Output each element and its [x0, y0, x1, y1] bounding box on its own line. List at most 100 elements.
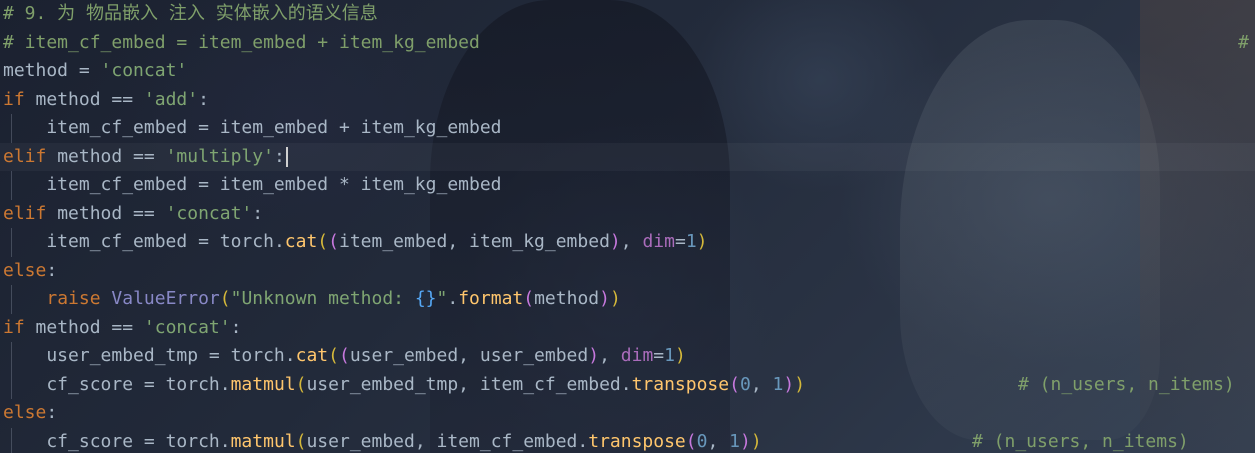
trailing-comment: # (n_users, n_items) [972, 430, 1189, 452]
code-token: ) [588, 345, 600, 366]
code-line[interactable]: else: [0, 257, 1255, 286]
code-line[interactable]: item_cf_embed = torch.cat((item_embed, i… [0, 228, 1255, 257]
code-token: cat [295, 345, 329, 366]
code-area[interactable]: # 9. 为 物品嵌入 注入 实体嵌入的语义信息 # item_cf_embed … [0, 0, 1255, 453]
code-line[interactable]: user_embed_tmp = torch.cat((user_embed, … [0, 342, 1255, 371]
code-token: ( [317, 231, 329, 252]
code-token: : [252, 202, 264, 224]
indent-guide [11, 228, 12, 257]
code-token: 'add' [143, 88, 199, 110]
code-line[interactable]: item_cf_embed = item_embed + item_kg_emb… [0, 114, 1255, 143]
code-token: 1 [772, 373, 784, 395]
code-token: ) [740, 430, 751, 452]
code-token: user_embed, item_cf_embed. [306, 430, 589, 452]
indent-guide [11, 370, 12, 399]
code-token: : [198, 88, 209, 110]
code-token: else [3, 259, 47, 281]
code-token: # item_cf_embed = item_embed + item_kg_e… [3, 31, 480, 53]
code-token: 'concat' [100, 60, 188, 81]
code-token: = [653, 345, 665, 366]
code-line[interactable]: # 9. 为 物品嵌入 注入 实体嵌入的语义信息 [0, 0, 1255, 29]
text-caret [285, 146, 288, 167]
code-editor[interactable]: # 9. 为 物品嵌入 注入 实体嵌入的语义信息 # item_cf_embed … [0, 0, 1255, 453]
code-token: : [46, 402, 58, 423]
code-line[interactable]: method = 'concat' [0, 57, 1255, 86]
code-line[interactable]: else: [0, 399, 1255, 428]
code-token: 1 [664, 345, 675, 366]
code-token: elif [3, 202, 47, 224]
indent-guide [11, 285, 12, 314]
code-token: 0 [696, 430, 708, 452]
code-line[interactable]: # item_cf_embed = item_embed + item_kg_e… [0, 29, 1255, 58]
code-token: = [68, 60, 101, 81]
code-token: method == [46, 145, 166, 167]
code-token: dim [642, 231, 675, 252]
code-line[interactable]: if method == 'add': [0, 86, 1255, 115]
code-token: ) [696, 231, 708, 252]
code-token: ) [783, 373, 795, 395]
trailing-comment: # [1238, 31, 1249, 53]
code-line[interactable]: cf_score = torch.matmul(user_embed_tmp, … [0, 370, 1255, 399]
code-token: 'concat' [143, 316, 231, 338]
code-token: ) [609, 231, 621, 252]
code-token: transpose [631, 373, 730, 395]
indent-guide [11, 427, 12, 453]
code-token: . [284, 345, 296, 366]
code-token: ) [609, 288, 621, 309]
code-token: item_cf_embed = item_embed * item_kg_emb… [3, 174, 502, 195]
code-token: dim [620, 345, 654, 366]
code-token: method == [24, 88, 144, 110]
code-token: # 9. 为 物品嵌入 注入 实体嵌入的语义信息 [3, 3, 378, 24]
code-token: user_embed, user_embed [349, 345, 589, 366]
code-token: cf_score = [3, 373, 166, 395]
code-token: ( [328, 345, 339, 366]
code-token: item_cf_embed = [3, 231, 220, 252]
code-line[interactable]: if method == 'concat': [0, 314, 1255, 343]
code-token: cat [284, 231, 318, 252]
code-token: ( [219, 288, 231, 309]
code-line[interactable]: elif method == 'concat': [0, 200, 1255, 229]
code-line[interactable]: elif method == 'multiply': [0, 142, 1255, 171]
code-token: else [3, 402, 47, 423]
code-token: user_embed_tmp, item_cf_embed. [306, 373, 632, 395]
code-token: item_cf_embed = item_embed + item_kg_emb… [3, 117, 502, 138]
code-token: . [219, 373, 231, 395]
code-token: method == [24, 316, 144, 338]
code-token: elif [3, 145, 47, 167]
code-token: : [273, 145, 285, 167]
code-token: 'multiply' [165, 145, 274, 167]
code-token: 1 [729, 430, 740, 452]
code-token: ( [328, 231, 339, 252]
code-token: . [447, 288, 459, 309]
code-token: matmul [230, 430, 296, 452]
code-token: ) [599, 288, 610, 309]
code-token: if [3, 88, 25, 110]
code-token: ( [295, 430, 307, 452]
code-token: {} [414, 288, 437, 309]
code-token: matmul [230, 373, 296, 395]
code-token: . [273, 231, 285, 252]
code-token: : [230, 316, 242, 338]
code-token: ) [794, 373, 806, 395]
indent-guide [11, 171, 12, 200]
code-token: ) [674, 345, 686, 366]
code-token: " [436, 288, 448, 309]
code-token: 'concat' [165, 202, 253, 224]
code-line[interactable]: raise ValueError("Unknown method: {}".fo… [0, 285, 1255, 314]
code-token: ValueError [111, 288, 220, 309]
trailing-comment: # (n_users, n_items) [1018, 373, 1235, 395]
code-token: , [707, 430, 730, 452]
code-token: cf_score = [3, 430, 166, 452]
code-token: torch [219, 231, 274, 252]
code-token: method [3, 60, 69, 81]
code-token: 0 [739, 373, 751, 395]
code-token: raise [46, 288, 101, 309]
code-token: ) [750, 430, 762, 452]
code-line[interactable]: item_cf_embed = item_embed * item_kg_emb… [0, 171, 1255, 200]
code-token: "Unknown method: [230, 288, 415, 309]
code-token: method [534, 288, 600, 309]
code-token: ( [338, 345, 350, 366]
code-line[interactable]: cf_score = torch.matmul(user_embed, item… [0, 427, 1255, 453]
code-token: if [3, 316, 25, 338]
